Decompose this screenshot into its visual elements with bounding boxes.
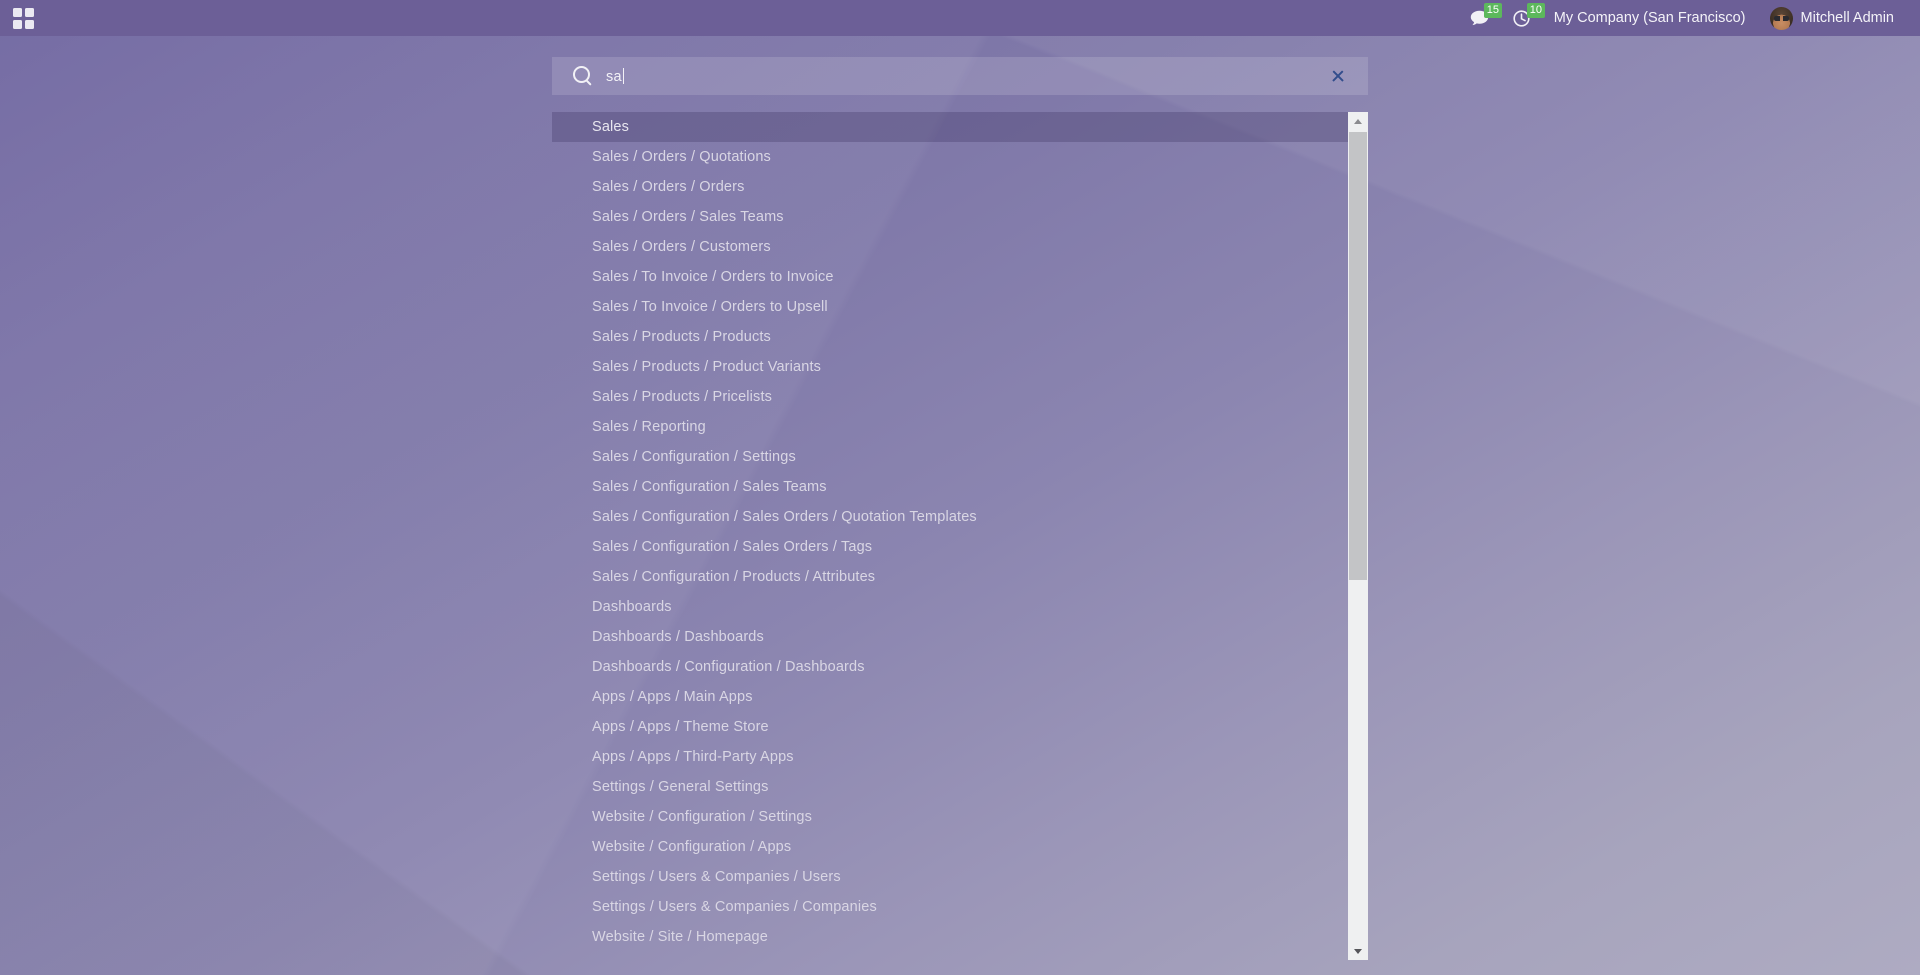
search-result-item[interactable]: Website / Configuration / Apps xyxy=(552,832,1348,862)
search-result-item[interactable]: Sales / Reporting xyxy=(552,412,1348,442)
chevron-down-icon xyxy=(1354,949,1362,954)
search-result-item[interactable]: Sales / Configuration / Products / Attri… xyxy=(552,562,1348,592)
grid-cell xyxy=(13,8,22,17)
search-result-item[interactable]: Sales / Configuration / Settings xyxy=(552,442,1348,472)
user-name: Mitchell Admin xyxy=(1801,10,1894,26)
messages-menu[interactable]: 15 xyxy=(1458,0,1501,36)
chevron-up-icon xyxy=(1354,119,1362,124)
search-result-item[interactable]: Sales / To Invoice / Orders to Invoice xyxy=(552,262,1348,292)
search-result-item[interactable]: Sales / Configuration / Sales Orders / Q… xyxy=(552,502,1348,532)
search-results-panel: SalesSales / Orders / QuotationsSales / … xyxy=(552,112,1368,960)
top-navbar: 15 10 My Company (San Francisco) Mitchel… xyxy=(0,0,1920,36)
search-result-item[interactable]: Dashboards / Dashboards xyxy=(552,622,1348,652)
search-input[interactable]: sa xyxy=(606,68,624,85)
scrollbar-thumb[interactable] xyxy=(1349,132,1367,580)
command-palette-search-bar[interactable]: sa xyxy=(552,57,1368,95)
grid-cell xyxy=(25,20,34,29)
search-results-list: SalesSales / Orders / QuotationsSales / … xyxy=(552,112,1348,960)
search-result-item[interactable]: Sales / To Invoice / Orders to Upsell xyxy=(552,292,1348,322)
avatar xyxy=(1770,7,1793,30)
close-icon[interactable] xyxy=(1330,68,1346,84)
search-result-item[interactable]: Website / Configuration / Settings xyxy=(552,802,1348,832)
search-result-item[interactable]: Sales / Products / Products xyxy=(552,322,1348,352)
search-result-item[interactable]: Dashboards / Configuration / Dashboards xyxy=(552,652,1348,682)
search-result-item[interactable]: Website / Site / Homepage xyxy=(552,922,1348,952)
results-scrollbar[interactable] xyxy=(1348,112,1368,960)
search-result-item[interactable]: Apps / Apps / Main Apps xyxy=(552,682,1348,712)
search-input-value: sa xyxy=(606,69,622,85)
scroll-up-button[interactable] xyxy=(1348,112,1368,130)
search-result-item[interactable]: Settings / Users & Companies / Companies xyxy=(552,892,1348,922)
search-result-item[interactable]: Settings / Users & Companies / Users xyxy=(552,862,1348,892)
search-result-item[interactable]: Apps / Apps / Theme Store xyxy=(552,712,1348,742)
search-result-item[interactable]: Settings / General Settings xyxy=(552,772,1348,802)
company-name: My Company (San Francisco) xyxy=(1554,10,1746,26)
search-result-item[interactable]: Sales / Configuration / Sales Orders / T… xyxy=(552,532,1348,562)
search-result-item[interactable]: Apps / Apps / Third-Party Apps xyxy=(552,742,1348,772)
search-result-item[interactable]: Sales / Products / Product Variants xyxy=(552,352,1348,382)
search-icon xyxy=(572,65,594,87)
company-switcher[interactable]: My Company (San Francisco) xyxy=(1542,0,1758,36)
activities-menu[interactable]: 10 xyxy=(1501,0,1542,36)
grid-cell xyxy=(13,20,22,29)
search-result-item[interactable]: Sales / Orders / Customers xyxy=(552,232,1348,262)
search-result-item[interactable]: Dashboards xyxy=(552,592,1348,622)
user-menu[interactable]: Mitchell Admin xyxy=(1758,0,1906,36)
messages-count-badge: 15 xyxy=(1484,3,1502,18)
search-result-item[interactable]: Sales / Products / Pricelists xyxy=(552,382,1348,412)
scroll-down-button[interactable] xyxy=(1348,942,1368,960)
search-result-item[interactable]: Sales / Configuration / Sales Teams xyxy=(552,472,1348,502)
search-result-item[interactable]: Sales xyxy=(552,112,1348,142)
text-caret xyxy=(623,68,624,84)
search-result-item[interactable]: Sales / Orders / Quotations xyxy=(552,142,1348,172)
search-result-item[interactable]: Sales / Orders / Orders xyxy=(552,172,1348,202)
search-result-item[interactable]: Sales / Orders / Sales Teams xyxy=(552,202,1348,232)
grid-cell xyxy=(25,8,34,17)
apps-menu-button[interactable] xyxy=(0,0,46,36)
apps-grid-icon xyxy=(13,8,34,29)
navbar-right-group: 15 10 My Company (San Francisco) Mitchel… xyxy=(1458,0,1920,36)
desktop-background: 15 10 My Company (San Francisco) Mitchel… xyxy=(0,0,1920,975)
